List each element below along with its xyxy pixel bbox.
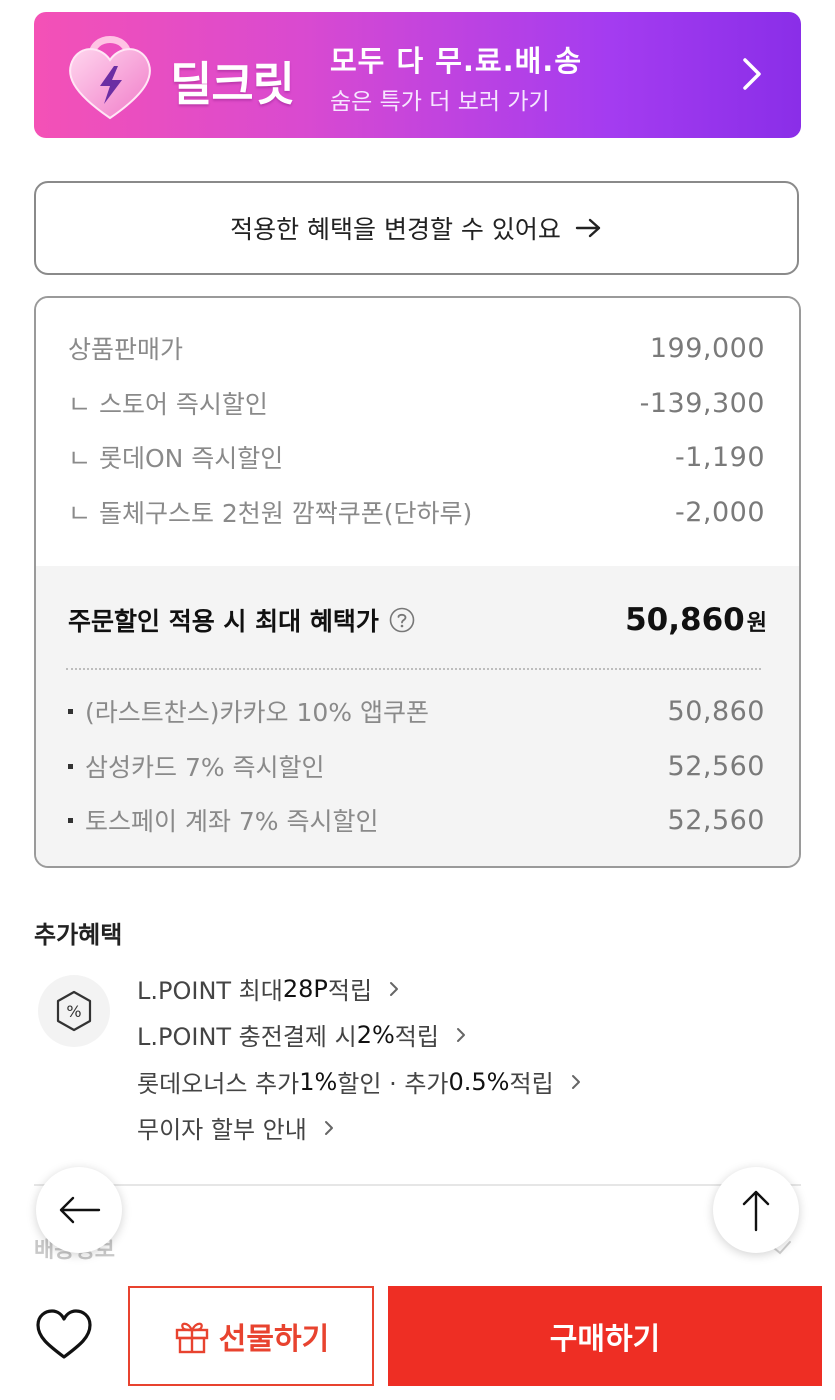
benefit-lpoint-max[interactable]: L.POINT 최대 28P 적립 bbox=[137, 971, 400, 1006]
scroll-top-button[interactable] bbox=[713, 1167, 799, 1253]
buy-button[interactable]: 구매하기 bbox=[388, 1286, 822, 1386]
price-row: ㄴ 스토어 즉시할인 -139,300 bbox=[68, 385, 765, 421]
benefit-lotte-owners[interactable]: 롯데오너스 추가 1% 할인 · 추가 0.5% 적립 bbox=[137, 1064, 582, 1099]
chevron-right-icon bbox=[390, 981, 399, 996]
change-benefits-button[interactable]: 적용한 혜택을 변경할 수 있어요 bbox=[34, 181, 799, 275]
price-row: ㄴ 돌체구스토 2천원 깜짝쿠폰(단하루) -2,000 bbox=[68, 494, 765, 530]
payment-option-label: 토스페이 계좌 7% 즉시할인 bbox=[85, 807, 379, 836]
price-row-value: -139,300 bbox=[639, 387, 765, 419]
arrow-up-icon bbox=[742, 1190, 770, 1232]
price-row-label: ㄴ 롯데ON 즉시할인 bbox=[68, 444, 284, 473]
price-row: 상품판매가 199,000 bbox=[68, 330, 765, 366]
buy-button-label: 구매하기 bbox=[549, 1322, 661, 1357]
heart-lock-icon bbox=[69, 36, 151, 120]
svg-text:%: % bbox=[66, 1002, 81, 1021]
chevron-right-icon bbox=[456, 1027, 465, 1042]
max-benefit-label: 주문할인 적용 시 최대 혜택가 bbox=[68, 607, 379, 636]
max-benefit-row: 주문할인 적용 시 최대 혜택가 50,860원 bbox=[68, 602, 767, 638]
benefit-lpoint-charge[interactable]: L.POINT 충전결제 시 2% 적립 bbox=[137, 1017, 467, 1052]
gift-button[interactable]: 선물하기 bbox=[128, 1286, 374, 1386]
payment-option-row: 토스페이 계좌 7% 즉시할인 52,560 bbox=[68, 802, 765, 838]
banner-subtitle: 숨은 특가 더 보러 가기 bbox=[330, 89, 550, 115]
chevron-right-icon bbox=[324, 1120, 333, 1135]
bullet-icon bbox=[68, 763, 73, 769]
price-items-section: 상품판매가 199,000 ㄴ 스토어 즉시할인 -139,300 ㄴ 롯데ON… bbox=[36, 298, 799, 566]
currency-unit: 원 bbox=[746, 611, 767, 636]
price-row-label: ㄴ 돌체구스토 2천원 깜짝쿠폰(단하루) bbox=[68, 499, 473, 528]
payment-option-label: (라스트찬스)카카오 10% 앱쿠폰 bbox=[85, 698, 429, 727]
additional-benefits-title: 추가혜택 bbox=[34, 921, 123, 949]
arrow-right-icon bbox=[575, 218, 601, 238]
promo-banner[interactable]: 딜크릿 모두 다 무.료.배.송 숨은 특가 더 보러 가기 bbox=[34, 12, 801, 138]
price-row-value: -2,000 bbox=[674, 496, 765, 528]
back-button[interactable] bbox=[36, 1167, 122, 1253]
payment-option-row: (라스트찬스)카카오 10% 앱쿠폰 50,860 bbox=[68, 693, 765, 729]
banner-logo-text: 딜크릿 bbox=[170, 57, 295, 111]
chevron-right-icon bbox=[571, 1074, 580, 1089]
price-breakdown-card: 상품판매가 199,000 ㄴ 스토어 즉시할인 -139,300 ㄴ 롯데ON… bbox=[34, 296, 801, 868]
price-row-label: 상품판매가 bbox=[68, 335, 184, 364]
payment-option-value: 52,560 bbox=[667, 804, 765, 836]
price-row-label: ㄴ 스토어 즉시할인 bbox=[68, 390, 268, 419]
gift-button-label: 선물하기 bbox=[218, 1322, 330, 1357]
discount-badge: % bbox=[38, 975, 110, 1047]
payment-option-value: 50,860 bbox=[667, 695, 765, 727]
benefit-installment-info[interactable]: 무이자 할부 안내 bbox=[137, 1110, 335, 1145]
bullet-icon bbox=[68, 817, 73, 823]
price-row-value: -1,190 bbox=[674, 441, 765, 473]
max-benefit-price: 50,860 bbox=[625, 602, 745, 638]
banner-title: 모두 다 무.료.배.송 bbox=[330, 44, 583, 78]
payment-option-label: 삼성카드 7% 즉시할인 bbox=[85, 753, 325, 782]
percent-icon: % bbox=[56, 990, 92, 1032]
price-row: ㄴ 롯데ON 즉시할인 -1,190 bbox=[68, 439, 765, 475]
question-icon[interactable] bbox=[389, 607, 415, 633]
dotted-divider bbox=[66, 668, 761, 670]
chevron-right-icon bbox=[743, 58, 761, 90]
change-benefits-label: 적용한 혜택을 변경할 수 있어요 bbox=[230, 215, 561, 244]
section-divider bbox=[34, 1184, 801, 1186]
payment-option-value: 52,560 bbox=[667, 750, 765, 782]
bullet-icon bbox=[68, 708, 73, 714]
arrow-left-icon bbox=[59, 1196, 101, 1224]
gift-icon bbox=[175, 1322, 208, 1354]
price-row-value: 199,000 bbox=[649, 332, 765, 364]
wishlist-heart-icon[interactable] bbox=[34, 1307, 94, 1363]
payment-option-row: 삼성카드 7% 즉시할인 52,560 bbox=[68, 748, 765, 784]
